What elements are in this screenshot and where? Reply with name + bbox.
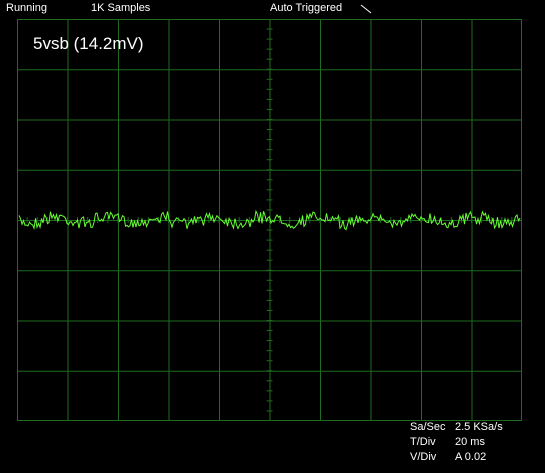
- trace-label: 5vsb (14.2mV): [33, 34, 144, 53]
- trigger-slope-icon: [360, 4, 372, 14]
- sample-rate-readout: Sa/Sec 2.5 KSa/s: [410, 421, 503, 434]
- sample-rate-value: 2.5 KSa/s: [455, 421, 503, 433]
- oscilloscope-screen: [17, 19, 522, 421]
- sample-rate-label: Sa/Sec: [410, 421, 446, 433]
- volt-div-value: A 0.02: [455, 451, 487, 463]
- time-div-label: T/Div: [410, 436, 436, 448]
- volt-div-readout: V/Div A 0.02: [410, 451, 486, 464]
- volt-div-label: V/Div: [410, 451, 437, 463]
- status-samples: 1K Samples: [91, 2, 151, 14]
- time-div-value: 20 ms: [455, 436, 485, 448]
- status-trigger-mode: Auto Triggered: [270, 2, 343, 14]
- time-div-readout: T/Div 20 ms: [410, 436, 485, 449]
- status-running: Running: [6, 2, 47, 14]
- graticule-grid: [17, 19, 522, 421]
